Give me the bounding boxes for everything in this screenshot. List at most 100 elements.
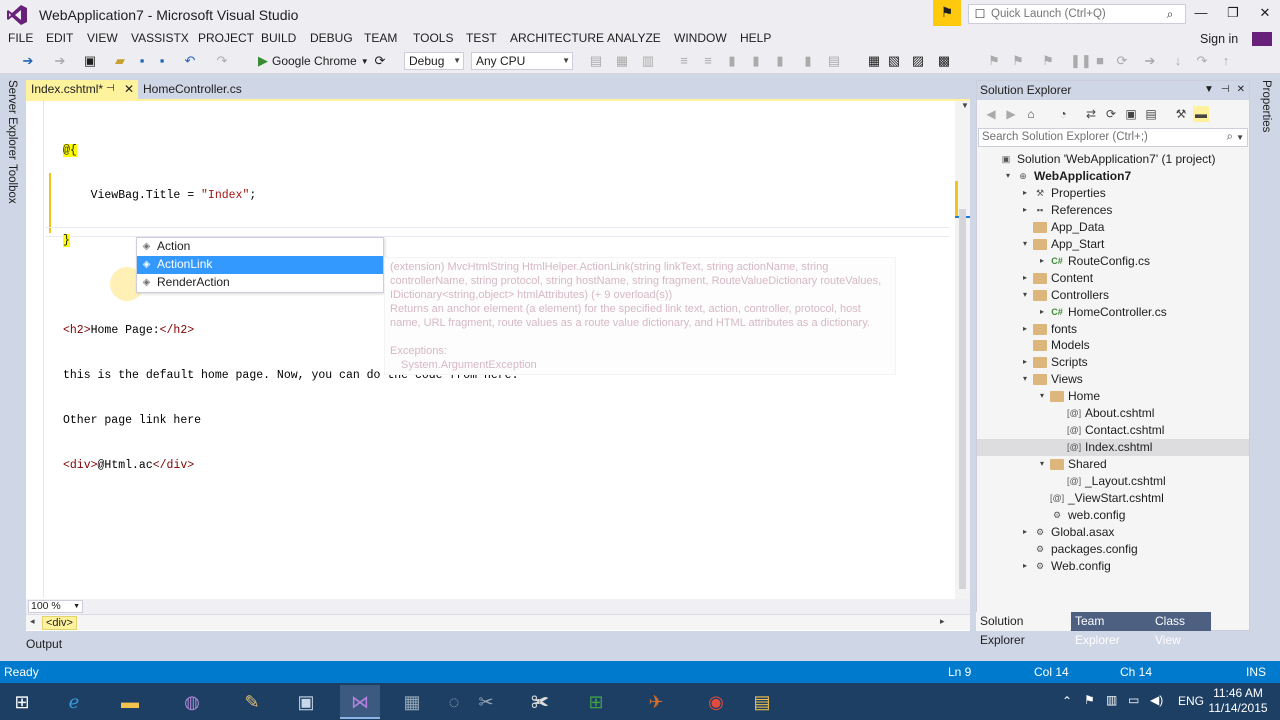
pin-icon[interactable]: ⊣ (106, 80, 115, 98)
auto-hide-pin-icon[interactable]: ⊣ (1221, 81, 1230, 99)
collapse-icon[interactable]: ▾ (1037, 388, 1047, 404)
collapse-icon[interactable]: ▾ (1020, 236, 1030, 252)
start-button[interactable]: ⊞ (2, 685, 42, 719)
tree-item[interactable]: App_Data (977, 219, 1249, 236)
forward-icon[interactable]: ▶ (1003, 106, 1019, 122)
quick-launch-input[interactable] (991, 8, 1159, 20)
toolbox-tab[interactable]: Toolbox (6, 164, 18, 204)
save-icon[interactable]: ▪ (134, 53, 150, 69)
tree-item[interactable]: [@] Index.cshtml (977, 439, 1249, 457)
tree-item[interactable]: [@] _ViewStart.cshtml (977, 490, 1249, 507)
close-button[interactable]: ✕ (1250, 4, 1280, 24)
menu-project[interactable]: PROJECT (198, 31, 254, 45)
refresh-icon[interactable]: ⟳ (372, 53, 388, 69)
expand-icon[interactable]: ▸ (1020, 321, 1030, 337)
collapse-icon[interactable]: ▾ (1003, 168, 1013, 184)
outdent-icon[interactable]: ≡ (700, 53, 716, 69)
stop-icon[interactable]: ■ (1092, 53, 1108, 69)
completion-item-actionlink[interactable]: ◈ ActionLink (137, 256, 383, 274)
search-icon[interactable]: ⌕ (1159, 7, 1181, 22)
properties-icon[interactable]: ⚒ (1173, 106, 1189, 122)
menu-view[interactable]: VIEW (87, 31, 118, 45)
properties-tab[interactable]: Properties (1260, 80, 1272, 132)
next-bookmark-icon[interactable]: ▮ (748, 53, 764, 69)
tree-item[interactable]: ▸ Content (977, 270, 1249, 287)
expand-icon[interactable]: ▸ (1037, 253, 1047, 269)
undo-icon[interactable]: ↶ (182, 53, 198, 69)
tree-item[interactable]: ▾ App_Start (977, 236, 1249, 253)
search-icon[interactable]: ⌕ (1227, 129, 1233, 146)
close-panel-icon[interactable]: ✕ (1237, 81, 1245, 99)
language-indicator[interactable]: ENG (1178, 694, 1204, 708)
tree-item[interactable]: ⚙ packages.config (977, 541, 1249, 558)
tree-item[interactable]: ▾ Shared (977, 456, 1249, 473)
tree-item[interactable]: ▸ C# HomeController.cs (977, 304, 1249, 321)
toolbar-more-icon[interactable]: ▤ (826, 53, 842, 69)
menu-vassistx[interactable]: VASSISTX (131, 31, 189, 45)
snipping-tool-icon[interactable]: ✀ (520, 685, 560, 719)
home-icon[interactable]: ⌂ (1023, 106, 1039, 122)
menu-window[interactable]: WINDOW (674, 31, 727, 45)
excel-app-icon[interactable]: ⊞ (576, 685, 616, 719)
restart-icon[interactable]: ⟳ (1114, 53, 1130, 69)
find-icon[interactable]: ▤ (588, 53, 604, 69)
step-over-icon[interactable]: ↷ (1194, 53, 1210, 69)
step-into-icon[interactable]: ↓ (1170, 53, 1186, 69)
collapse-all-icon[interactable]: ▣ (1123, 106, 1139, 122)
show-hidden-icons-icon[interactable]: ⌃ (1062, 694, 1072, 708)
file-explorer-icon[interactable]: ▬ (110, 685, 150, 719)
open-file-icon[interactable]: ▰ (112, 53, 128, 69)
indent-icon[interactable]: ≡ (676, 53, 692, 69)
tab-homecontroller-cs[interactable]: HomeController.cs (138, 80, 268, 99)
pause-icon[interactable]: ❚❚ (1070, 53, 1092, 69)
breadcrumb-tag[interactable]: <div> (42, 616, 77, 630)
output-tab[interactable]: Output (26, 637, 62, 651)
collapse-icon[interactable]: ▾ (1020, 371, 1030, 387)
menu-file[interactable]: FILE (8, 31, 33, 45)
visual-studio-taskbar-icon[interactable]: ⋈ (340, 685, 380, 719)
comment-icon[interactable]: ▦ (614, 53, 630, 69)
tree-item[interactable]: [@] _Layout.cshtml (977, 473, 1249, 490)
window-position-icon[interactable]: ▼ (1204, 81, 1214, 99)
back-icon[interactable]: ◀ (983, 106, 999, 122)
presentation-app-icon[interactable]: ▣ (286, 685, 326, 719)
expand-icon[interactable]: ▸ (1020, 558, 1030, 574)
tree-item[interactable]: ▾ Controllers (977, 287, 1249, 304)
prev-bookmark-icon[interactable]: ▮ (772, 53, 788, 69)
editor-horizontal-scrollbar[interactable] (26, 599, 970, 614)
solution-explorer-search[interactable]: Search Solution Explorer (Ctrl+;) ⌕ ▼ (978, 128, 1248, 147)
expand-icon[interactable]: ▸ (1020, 524, 1030, 540)
completion-item-renderaction[interactable]: ◈ RenderAction (137, 274, 383, 292)
intellisense-completion-list[interactable]: ◈ Action ◈ ActionLink ◈ RenderAction (136, 237, 384, 293)
step-out-icon[interactable]: ↑ (1218, 53, 1234, 69)
start-debugging-button[interactable]: ▶ Google Chrome ▼ (258, 52, 369, 70)
tab-team-explorer[interactable]: Team Explorer (1071, 612, 1153, 647)
split-editor-icon[interactable]: ▼ (961, 101, 970, 113)
pending-changes-filter-icon[interactable]: ◔ (1055, 106, 1071, 122)
scroll-left-icon[interactable]: ◂ (30, 616, 35, 627)
notification-flag-icon[interactable]: ⚑ (933, 0, 961, 26)
clock[interactable]: 11:46 AM 11/14/2015 (1206, 686, 1270, 716)
minimize-button[interactable]: — (1186, 4, 1216, 24)
forward-icon[interactable]: ➔ (52, 53, 68, 69)
toolbar-align-icon[interactable]: ▨ (910, 53, 926, 69)
paint-app-icon[interactable]: ✎ (232, 685, 272, 719)
tree-item[interactable]: ⚙ web.config (977, 507, 1249, 524)
completion-item-action[interactable]: ◈ Action (137, 238, 383, 256)
show-all-files-icon[interactable]: ▤ (1143, 106, 1159, 122)
collapse-icon[interactable]: ▾ (1020, 287, 1030, 303)
maximize-button[interactable]: ❐ (1218, 4, 1248, 24)
tree-item[interactable]: ▾ Home (977, 388, 1249, 405)
configuration-select[interactable]: Debug ▼ (404, 52, 464, 70)
menu-tools[interactable]: TOOLS (413, 31, 453, 45)
menu-team[interactable]: TEAM (364, 31, 397, 45)
menu-analyze[interactable]: ANALYZE (607, 31, 661, 45)
platform-select[interactable]: Any CPU ▼ (471, 52, 573, 70)
toolbar-size-icon[interactable]: ▩ (936, 53, 952, 69)
expand-icon[interactable]: ▸ (1020, 202, 1030, 218)
back-icon[interactable]: ➔ (20, 53, 36, 69)
tab-solution-explorer[interactable]: Solution Explorer (976, 612, 1070, 647)
menu-architecture[interactable]: ARCHITECTURE (510, 31, 604, 45)
debug-location-icon[interactable]: ⚑ (986, 53, 1002, 69)
sync-with-document-icon[interactable]: ⇄ (1083, 106, 1099, 122)
